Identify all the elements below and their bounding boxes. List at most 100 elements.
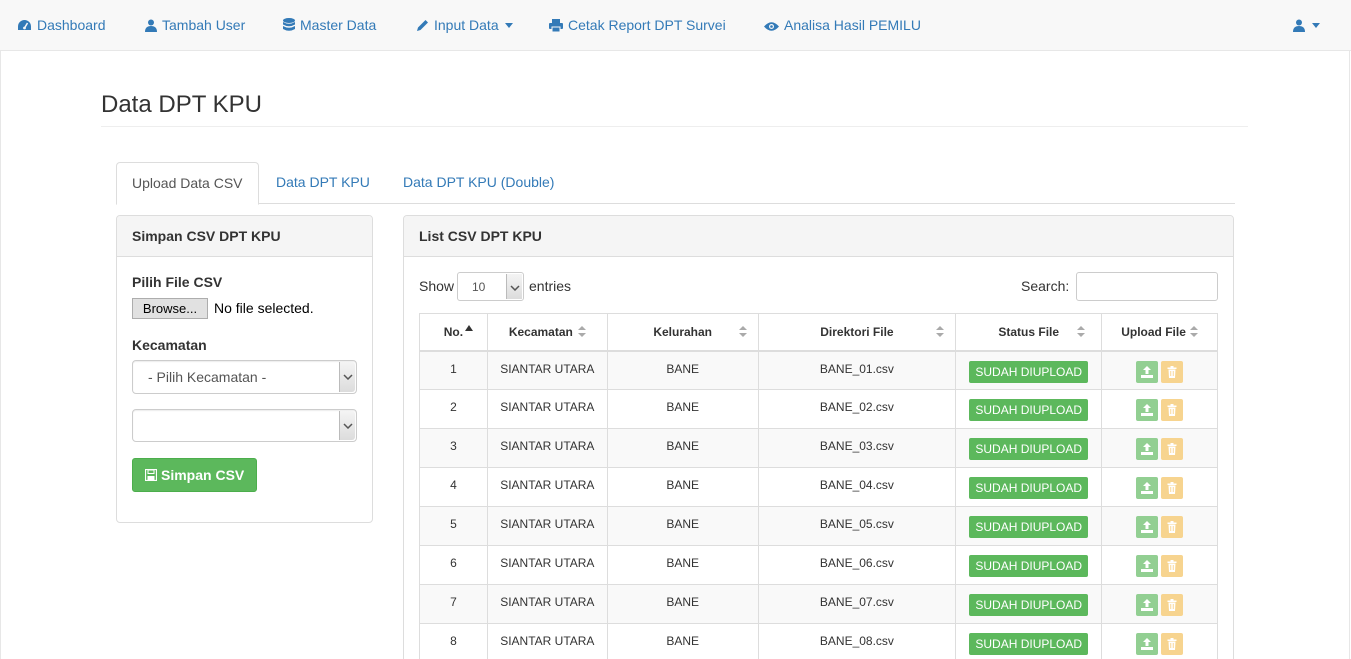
sort-asc-icon xyxy=(465,325,474,331)
cell-direktori: BANE_06.csv xyxy=(757,545,957,585)
column-header-kelurahan[interactable]: Kelurahan xyxy=(606,313,759,352)
cell-status: SUDAH DIUPLOAD xyxy=(955,506,1103,546)
status-badge[interactable]: SUDAH DIUPLOAD xyxy=(969,516,1089,538)
upload-button[interactable] xyxy=(1136,633,1159,655)
upload-button[interactable] xyxy=(1136,399,1159,421)
delete-button[interactable] xyxy=(1161,477,1184,499)
column-header-kecamatan[interactable]: Kecamatan xyxy=(486,313,608,352)
user-icon xyxy=(145,19,157,32)
upload-button[interactable] xyxy=(1136,555,1159,577)
delete-button[interactable] xyxy=(1161,555,1184,577)
nav-tambah-user[interactable]: Tambah User xyxy=(145,0,245,50)
panel-heading: Simpan CSV DPT KPU xyxy=(117,216,372,257)
status-badge[interactable]: SUDAH DIUPLOAD xyxy=(969,477,1089,499)
delete-button[interactable] xyxy=(1161,633,1184,655)
browse-button[interactable]: Browse... xyxy=(132,298,208,319)
account-menu[interactable] xyxy=(1293,0,1320,50)
nav-dashboard[interactable]: Dashboard xyxy=(17,0,106,50)
cell-direktori: BANE_01.csv xyxy=(757,350,957,390)
nav-dashboard-label: Dashboard xyxy=(37,17,106,33)
tab-data-dpt-kpu-double[interactable]: Data DPT KPU (Double) xyxy=(388,162,569,204)
column-label: Kecamatan xyxy=(508,324,573,339)
trash-icon xyxy=(1167,521,1177,533)
nav-analisa-label: Analisa Hasil PEMILU xyxy=(784,17,921,33)
column-header-no[interactable]: No. xyxy=(419,313,488,352)
upload-button[interactable] xyxy=(1136,360,1159,383)
cell-direktori: BANE_03.csv xyxy=(757,428,957,468)
upload-button[interactable] xyxy=(1136,438,1159,460)
status-badge[interactable]: SUDAH DIUPLOAD xyxy=(969,594,1089,616)
delete-button[interactable] xyxy=(1161,399,1184,421)
delete-button[interactable] xyxy=(1161,438,1184,460)
cell-actions xyxy=(1101,584,1218,624)
cell-kecamatan: SIANTAR UTARA xyxy=(486,584,608,624)
upload-button[interactable] xyxy=(1136,477,1159,499)
sort-icon xyxy=(1077,326,1086,337)
nav-cetak-report[interactable]: Cetak Report DPT Survei xyxy=(549,0,726,50)
column-header-direktori[interactable]: Direktori File xyxy=(757,313,957,352)
kecamatan-select[interactable]: - Pilih Kecamatan - xyxy=(132,360,357,394)
page-title: Data DPT KPU xyxy=(101,91,262,118)
trash-icon xyxy=(1167,482,1177,494)
cell-kecamatan: SIANTAR UTARA xyxy=(486,467,608,507)
cell-kecamatan: SIANTAR UTARA xyxy=(486,506,608,546)
upload-icon xyxy=(1141,638,1154,650)
cell-kelurahan: BANE xyxy=(606,389,759,429)
floppy-icon xyxy=(144,468,158,482)
chevron-down-icon xyxy=(343,422,353,429)
status-badge[interactable]: SUDAH DIUPLOAD xyxy=(969,399,1089,421)
user-icon xyxy=(1293,19,1305,32)
page-length-select[interactable]: 10 xyxy=(457,272,524,301)
status-badge[interactable]: SUDAH DIUPLOAD xyxy=(969,633,1089,655)
cell-kecamatan: SIANTAR UTARA xyxy=(486,389,608,429)
column-header-upload[interactable]: Upload File xyxy=(1101,313,1218,352)
status-badge[interactable]: SUDAH DIUPLOAD xyxy=(969,555,1089,577)
nav-input-data[interactable]: Input Data xyxy=(416,0,513,50)
tab-data-dpt-kpu[interactable]: Data DPT KPU xyxy=(261,162,385,204)
chevron-down-icon xyxy=(504,23,513,28)
trash-icon xyxy=(1167,443,1177,455)
table-row: 7 SIANTAR UTARA BANE BANE_07.csv SUDAH DIUPL… xyxy=(419,584,1218,624)
nav-master-data[interactable]: Master Data xyxy=(283,0,376,50)
column-header-status[interactable]: Status File xyxy=(955,313,1103,352)
trash-icon xyxy=(1167,638,1177,650)
search-input[interactable] xyxy=(1076,272,1218,301)
cell-actions xyxy=(1101,350,1218,390)
kelurahan-select[interactable] xyxy=(132,409,357,442)
upload-button[interactable] xyxy=(1136,516,1159,538)
cell-actions xyxy=(1101,389,1218,429)
upload-button[interactable] xyxy=(1136,594,1159,616)
table-row: 6 SIANTAR UTARA BANE BANE_06.csv SUDAH DIUPL… xyxy=(419,545,1218,585)
cell-no: 7 xyxy=(419,584,488,624)
status-badge[interactable]: SUDAH DIUPLOAD xyxy=(969,438,1089,460)
nav-tambah-user-label: Tambah User xyxy=(162,17,246,33)
cell-status: SUDAH DIUPLOAD xyxy=(955,428,1103,468)
cell-kecamatan: SIANTAR UTARA xyxy=(486,350,608,390)
status-badge[interactable]: SUDAH DIUPLOAD xyxy=(969,360,1089,383)
column-label: No. xyxy=(443,324,464,339)
delete-button[interactable] xyxy=(1161,360,1184,383)
sort-icon xyxy=(1189,325,1198,337)
upload-icon xyxy=(1141,482,1154,494)
upload-icon xyxy=(1141,560,1154,572)
delete-button[interactable] xyxy=(1161,594,1184,616)
delete-button[interactable] xyxy=(1161,516,1184,538)
cell-kecamatan: SIANTAR UTARA xyxy=(486,545,608,585)
table-row: 8 SIANTAR UTARA BANE BANE_08.csv SUDAH DIUPL… xyxy=(419,623,1218,659)
cell-kelurahan: BANE xyxy=(606,623,759,659)
cell-no: 4 xyxy=(419,467,488,507)
chevron-down-icon xyxy=(1312,23,1320,28)
select-arrow xyxy=(339,362,355,392)
page-border-left xyxy=(0,51,1,659)
cell-direktori: BANE_02.csv xyxy=(757,389,957,429)
tab-upload-data-csv[interactable]: Upload Data CSV xyxy=(116,162,259,205)
cell-actions xyxy=(1101,428,1218,468)
simpan-csv-button[interactable]: Simpan CSV xyxy=(132,458,257,492)
cell-actions xyxy=(1101,467,1218,507)
column-label: Status File xyxy=(998,324,1060,339)
top-navbar: Dashboard Tambah User Master Data Input … xyxy=(0,0,1351,51)
nav-analisa[interactable]: Analisa Hasil PEMILU xyxy=(764,0,921,50)
entries-label: entries xyxy=(529,278,572,294)
nav-cetak-report-label: Cetak Report DPT Survei xyxy=(568,17,726,33)
cell-direktori: BANE_05.csv xyxy=(757,506,957,546)
